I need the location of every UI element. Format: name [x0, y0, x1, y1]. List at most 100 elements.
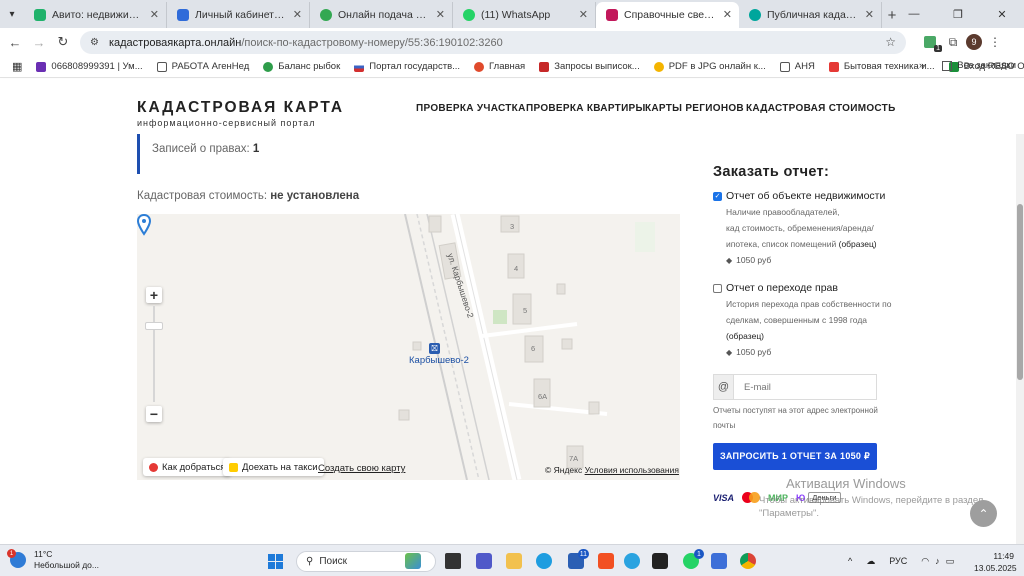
terms-link[interactable]: Условия использования	[585, 465, 679, 475]
taxi-button[interactable]: Доехать на такси	[223, 458, 324, 476]
battery-icon[interactable]: ▭	[946, 556, 955, 567]
whatsapp-badge: 1	[694, 549, 704, 559]
bookmark-star-icon[interactable]: ☆	[885, 35, 896, 49]
option-rights-transfer[interactable]: Отчет о переходе прав	[713, 282, 838, 294]
zoom-in-button[interactable]: +	[146, 287, 162, 303]
train-station-icon[interactable]: ⛝	[429, 343, 440, 354]
browser-tab[interactable]: Личный кабинет — ЦИАН ✕	[167, 2, 310, 28]
nav-check-plot[interactable]: ПРОВЕРКА УЧАСТКА	[416, 103, 526, 114]
font-app-icon[interactable]	[652, 553, 668, 569]
widget-app-icon[interactable]	[405, 553, 421, 569]
rights-transfer-checkbox[interactable]	[713, 283, 722, 293]
page-scrollbar[interactable]	[1016, 134, 1024, 544]
taskbar-clock[interactable]: 11:49 13.05.2025	[974, 550, 1017, 574]
house-number: 6А	[538, 392, 548, 401]
bookmarks-more-icon[interactable]: »	[919, 60, 924, 71]
nav-check-flat[interactable]: ПРОВЕРКА КВАРТИРЫ	[526, 103, 646, 114]
bookmark-item[interactable]: Портал государств...	[354, 61, 460, 72]
browser-menu-icon[interactable]: ⋮	[982, 32, 1008, 52]
bookmark-item[interactable]: Главная	[474, 61, 525, 72]
office-icon[interactable]	[598, 553, 614, 569]
avatar[interactable]: 9	[966, 34, 982, 50]
teams-chat-icon[interactable]: 11	[568, 549, 589, 569]
all-bookmarks-link[interactable]: Все закладки	[957, 60, 1016, 71]
zoom-slider-handle[interactable]	[145, 322, 163, 330]
zoom-slider-track[interactable]	[153, 306, 155, 402]
request-report-button[interactable]: ЗАПРОСИТЬ 1 ОТЧЕТ ЗА 1050 ₽	[713, 443, 877, 470]
photos-icon[interactable]	[711, 553, 727, 569]
bookmark-label: Главная	[489, 61, 526, 72]
minimize-icon[interactable]: —	[892, 0, 936, 28]
tab-close-icon[interactable]: ✕	[150, 8, 159, 21]
browser-tab[interactable]: Публичная кадастровая к ✕	[739, 2, 882, 28]
wifi-icon[interactable]: ◠	[921, 556, 929, 567]
option-label[interactable]: Отчет об объекте недвижимости	[726, 190, 885, 202]
whatsapp-favicon-icon	[463, 9, 475, 21]
address-bar[interactable]: ⚙ кадастроваякарта.онлайн/поиск-по-кадас…	[80, 31, 906, 54]
option-description: История перехода прав собственности по с…	[726, 296, 896, 344]
start-windows-icon[interactable]	[268, 554, 283, 569]
site-info-icon[interactable]: ⚙	[90, 37, 99, 48]
restore-icon[interactable]: ❐	[936, 0, 980, 28]
bookmark-item[interactable]: АНЯ	[779, 61, 815, 72]
extension-icon[interactable]: 1	[920, 32, 942, 52]
chrome-icon[interactable]	[740, 553, 756, 569]
speaker-icon[interactable]: ♪	[935, 556, 940, 566]
create-map-link[interactable]: Создать свою карту	[318, 463, 405, 474]
tab-close-icon[interactable]: ✕	[865, 8, 874, 21]
scrollbar-thumb[interactable]	[1017, 204, 1023, 380]
telegram-icon[interactable]	[624, 553, 640, 569]
zoom-out-button[interactable]: −	[146, 406, 162, 422]
extensions-puzzle-icon[interactable]: ⧉	[940, 32, 966, 52]
browser-tabstrip: ▾ Авито: недвижимость, тр ✕ Личный кабин…	[0, 0, 1024, 28]
search-icon: ⚲	[306, 556, 314, 567]
nav-cadastral-cost[interactable]: КАДАСТРОВАЯ СТОИМОСТЬ	[746, 103, 896, 114]
scroll-top-button[interactable]: ⌃	[970, 500, 997, 527]
task-view-icon[interactable]	[445, 553, 461, 569]
edge-icon[interactable]	[536, 553, 552, 569]
property-report-checkbox[interactable]: ✓	[713, 191, 722, 201]
browser-tab[interactable]: Онлайн подача заявки на ✕	[310, 2, 453, 28]
option-label[interactable]: Отчет о переходе прав	[726, 282, 838, 294]
bookmark-item[interactable]: Баланс рыбок	[263, 61, 340, 72]
windows-activation-text: Чтобы активировать Windows, перейдите в …	[759, 494, 983, 520]
folder-icon	[942, 60, 953, 71]
location-pin-icon[interactable]	[137, 214, 151, 236]
tab-close-icon[interactable]: ✕	[293, 8, 302, 21]
browser-tab[interactable]: Авито: недвижимость, тр ✕	[24, 2, 167, 28]
window-close-icon[interactable]: ✕	[980, 0, 1024, 28]
station-label[interactable]: Карбышево-2	[409, 355, 469, 366]
tab-close-icon[interactable]: ✕	[436, 8, 445, 21]
browser-tab[interactable]: (11) WhatsApp ✕	[453, 2, 596, 28]
tab-label: Авито: недвижимость, тр	[52, 9, 142, 21]
weather-widget[interactable]: 1 11°C Небольшой до...	[7, 549, 99, 571]
bookmark-item[interactable]: 066808999391 | Ум...	[36, 61, 143, 72]
bookmark-item[interactable]: РАБОТА АгенНед	[156, 61, 249, 72]
forward-arrow-icon[interactable]: →	[26, 29, 52, 55]
nav-region-maps[interactable]: КАРТЫ РЕГИОНОВ	[645, 103, 744, 114]
sample-link[interactable]: (образец)	[839, 239, 877, 249]
sample-link[interactable]: (образец)	[726, 328, 896, 344]
email-input[interactable]	[734, 375, 876, 399]
bookmark-item[interactable]: PDF в JPG онлайн к...	[653, 61, 766, 72]
language-indicator[interactable]: РУС	[889, 556, 907, 566]
reload-icon[interactable]: ↻	[50, 29, 76, 55]
tab-search-chevron-icon[interactable]: ▾	[0, 0, 24, 28]
back-arrow-icon[interactable]: ←	[2, 29, 28, 55]
search-label: Поиск	[319, 556, 348, 567]
tab-close-icon[interactable]: ✕	[723, 8, 732, 21]
route-button[interactable]: Как добраться	[143, 458, 232, 476]
browser-tab-active[interactable]: Справочные сведения из ✕	[596, 2, 739, 28]
site-logo-title[interactable]: КАДАСТРОВАЯ КАРТА	[137, 99, 344, 117]
bookmark-label: PDF в JPG онлайн к...	[668, 61, 766, 72]
teams-icon[interactable]	[476, 553, 492, 569]
option-property-report[interactable]: ✓ Отчет об объекте недвижимости	[713, 190, 885, 202]
cloud-icon[interactable]: ☁	[866, 556, 875, 567]
apps-grid-icon[interactable]: ▦	[12, 60, 22, 73]
bookmark-item[interactable]: Запросы выписок...	[539, 61, 640, 72]
yandex-map[interactable]: ул. Карбышево-2 ⛝ Карбышево-2 3 4 5 6 6А…	[137, 214, 680, 480]
tab-close-icon[interactable]: ✕	[579, 8, 588, 21]
whatsapp-icon[interactable]: 1	[683, 549, 704, 569]
tray-chevron-icon[interactable]: ^	[848, 556, 852, 566]
file-explorer-icon[interactable]	[506, 553, 522, 569]
